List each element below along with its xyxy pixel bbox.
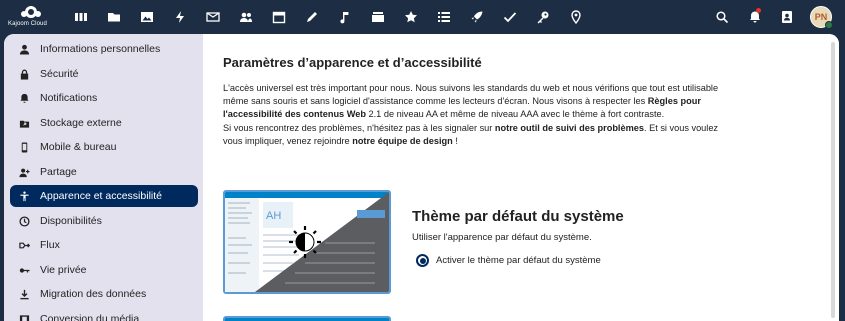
sidebar-item-security[interactable]: Sécurité <box>10 63 198 85</box>
sidebar-item-label: Apparence et accessibilité <box>40 190 162 202</box>
default-theme-preview[interactable]: AH <box>223 190 391 294</box>
film-icon <box>17 312 31 321</box>
page-title: Paramètres d’apparence et d’accessibilit… <box>223 55 482 70</box>
sidebar-item-notifications[interactable]: Notifications <box>10 87 198 109</box>
mail-icon[interactable] <box>204 8 222 26</box>
sidebar-item-label: Informations personnelles <box>40 43 161 55</box>
download-icon <box>17 287 31 301</box>
announcements-icon[interactable] <box>468 8 486 26</box>
user-icon <box>17 42 31 56</box>
theme-title: Thème par défaut du système <box>412 208 624 225</box>
sidebar-item-personal-info[interactable]: Informations personnelles <box>10 38 198 60</box>
avatar-initials: PN <box>814 12 828 22</box>
sidebar-item-label: Sécurité <box>40 68 79 80</box>
sidebar-item-label: Flux <box>40 239 60 251</box>
passwords-icon[interactable] <box>534 8 552 26</box>
sidebar-item-label: Disponibilités <box>40 215 102 227</box>
files-icon[interactable] <box>105 8 123 26</box>
brand-logo[interactable]: Kajoom Cloud <box>8 5 54 31</box>
sidebar-item-mobile-desktop[interactable]: Mobile & bureau <box>10 136 198 158</box>
flow-icon <box>17 238 31 252</box>
next-theme-preview[interactable] <box>223 316 391 321</box>
theme-description: Utiliser l'apparence par défaut du systè… <box>412 232 592 243</box>
cloud-logo-icon <box>21 6 41 18</box>
radio-label: Activer le thème par défaut du système <box>436 255 601 266</box>
preview-initials: AH <box>266 210 281 222</box>
description-text: Si vous rencontrez des problèmes, n'hési… <box>223 122 495 133</box>
sidebar-item-privacy[interactable]: Vie privée <box>10 259 198 281</box>
sidebar-item-data-migration[interactable]: Migration des données <box>10 283 198 305</box>
bell-icon <box>17 91 31 105</box>
issue-tracker-link[interactable]: notre outil de suivi des problèmes <box>495 123 644 133</box>
online-status-icon <box>825 21 833 29</box>
contacts-icon[interactable] <box>237 8 255 26</box>
sidebar-item-appearance-accessibility[interactable]: Apparence et accessibilité <box>10 185 198 207</box>
sidebar-item-label: Mobile & bureau <box>40 141 117 153</box>
description-text: 2.1 de niveau AA et même de niveau AAA a… <box>365 109 665 120</box>
default-theme-radio-row[interactable]: Activer le thème par défaut du système <box>416 254 601 267</box>
activity-icon[interactable] <box>171 8 189 26</box>
sidebar-item-label: Migration des données <box>40 288 147 300</box>
sidebar-item-label: Stockage externe <box>40 117 122 129</box>
maps-icon[interactable] <box>567 8 585 26</box>
app-frame: Informations personnelles Sécurité Notif… <box>4 34 839 321</box>
user-avatar[interactable]: PN <box>810 6 833 29</box>
key-icon <box>17 263 31 277</box>
accessibility-description: L'accès universel est très important pou… <box>223 82 733 148</box>
phone-icon <box>17 140 31 154</box>
design-team-link[interactable]: notre équipe de design <box>352 136 453 146</box>
lock-icon <box>17 67 31 81</box>
external-storage-icon <box>17 116 31 130</box>
check-icon[interactable] <box>501 8 519 26</box>
sidebar-item-label: Conversion du média <box>40 313 140 321</box>
theme-preview-image: AH <box>225 192 389 292</box>
music-icon[interactable] <box>336 8 354 26</box>
settings-sidebar: Informations personnelles Sécurité Notif… <box>4 34 203 321</box>
settings-content: Paramètres d’apparence et d’accessibilit… <box>203 34 839 321</box>
sidebar-item-flow[interactable]: Flux <box>10 234 198 256</box>
dashboard-icon[interactable] <box>72 8 90 26</box>
default-theme-radio[interactable] <box>416 254 429 267</box>
contacts-menu-icon[interactable] <box>778 8 796 26</box>
sidebar-item-availability[interactable]: Disponibilités <box>10 210 198 232</box>
accessibility-icon <box>17 189 31 203</box>
brand-name: Kajoom Cloud <box>8 21 47 27</box>
favorites-icon[interactable] <box>402 8 420 26</box>
sidebar-item-external-storage[interactable]: Stockage externe <box>10 112 198 134</box>
deck-icon[interactable] <box>369 8 387 26</box>
radio-selected-dot <box>419 257 426 264</box>
description-text: ! <box>452 135 458 146</box>
sidebar-item-media-conversion[interactable]: Conversion du média <box>10 308 198 321</box>
tasks-icon[interactable] <box>435 8 453 26</box>
content-scrollbar[interactable] <box>831 42 835 318</box>
notifications-bell-icon[interactable] <box>746 8 764 26</box>
notification-dot <box>756 8 761 13</box>
sidebar-item-sharing[interactable]: Partage <box>10 161 198 183</box>
sidebar-item-label: Vie privée <box>40 264 87 276</box>
photos-icon[interactable] <box>138 8 156 26</box>
notes-icon[interactable] <box>303 8 321 26</box>
search-icon[interactable] <box>713 8 731 26</box>
top-bar: Kajoom Cloud PN <box>0 0 845 34</box>
share-icon <box>17 165 31 179</box>
description-text: L'accès universel est très important pou… <box>223 83 719 107</box>
sidebar-item-label: Partage <box>40 166 77 178</box>
calendar-icon[interactable] <box>270 8 288 26</box>
clock-icon <box>17 214 31 228</box>
sidebar-item-label: Notifications <box>40 92 98 104</box>
